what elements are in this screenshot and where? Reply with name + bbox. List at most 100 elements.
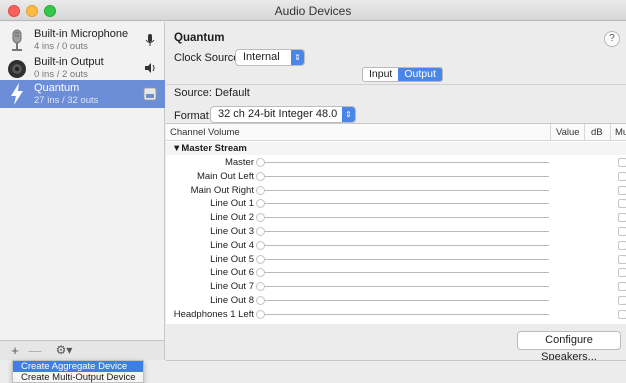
- volume-slider-knob[interactable]: [256, 213, 265, 223]
- configure-speakers-button[interactable]: Configure Speakers...: [517, 331, 621, 363]
- tab-input[interactable]: Input: [363, 68, 398, 81]
- volume-slider-track[interactable]: [265, 217, 549, 219]
- mute-checkbox[interactable]: [618, 254, 626, 264]
- device-item-quantum[interactable]: Quantum 27 ins / 32 outs: [0, 80, 165, 108]
- table-row: Line Out 3: [166, 225, 626, 239]
- format-select[interactable]: 32 ch 24-bit Integer 48.0 kHz ⇕: [210, 106, 356, 135]
- mic-input-icon: [145, 34, 155, 46]
- channel-label: Line Out 6: [210, 267, 254, 279]
- volume-slider-track[interactable]: [265, 300, 549, 301]
- volume-slider-knob[interactable]: [256, 282, 265, 292]
- mute-checkbox[interactable]: [618, 213, 626, 223]
- column-value[interactable]: Value: [556, 127, 580, 138]
- channel-label: Main Out Left: [196, 170, 254, 182]
- device-channels: 4 ins / 0 outs: [34, 41, 88, 52]
- volume-slider-track[interactable]: [265, 313, 549, 315]
- finder-icon: [143, 87, 157, 101]
- volume-slider-track[interactable]: [265, 272, 549, 274]
- volume-slider-knob[interactable]: [256, 158, 265, 167]
- gear-menu-button[interactable]: ⚙▾: [52, 343, 76, 359]
- volume-slider-knob[interactable]: [256, 240, 265, 250]
- volume-slider-knob[interactable]: [256, 296, 265, 305]
- remove-device-button[interactable]: —: [28, 343, 42, 359]
- chevron-updown-icon: ⇕: [342, 107, 355, 122]
- group-label: Master Stream: [181, 143, 247, 154]
- mute-checkbox[interactable]: [618, 199, 626, 209]
- table-row: Line Out 4: [166, 239, 626, 253]
- channel-label: Line Out 1: [210, 198, 254, 210]
- mute-checkbox[interactable]: [618, 296, 626, 305]
- table-row: Line Out 6: [166, 266, 626, 280]
- volume-slider-track[interactable]: [265, 231, 549, 232]
- volume-slider-knob[interactable]: [256, 309, 265, 319]
- table-row: Headphones 1 Left: [166, 308, 626, 322]
- source-value: Default: [214, 87, 250, 99]
- device-list: Built-in Microphone 4 ins / 0 outs Built…: [0, 22, 165, 340]
- input-output-tabs: Input Output: [362, 67, 443, 82]
- channel-label: Line Out 3: [210, 226, 254, 237]
- clock-source-select[interactable]: Internal ⇕: [235, 49, 305, 66]
- mute-checkbox[interactable]: [618, 171, 626, 181]
- device-list-toolbar: + — ⚙▾: [0, 340, 165, 360]
- speaker-icon: [8, 60, 26, 78]
- volume-slider-track[interactable]: [265, 189, 549, 191]
- device-name: Built-in Microphone: [34, 28, 129, 40]
- device-item-built-in-microphone[interactable]: Built-in Microphone 4 ins / 0 outs: [0, 26, 165, 54]
- mute-checkbox[interactable]: [618, 309, 626, 319]
- column-db[interactable]: dB: [591, 127, 603, 138]
- clock-source-value: Internal: [243, 51, 280, 63]
- table-row: Line Out 8: [166, 294, 626, 308]
- column-channel-volume[interactable]: Channel Volume: [170, 127, 240, 138]
- add-device-button[interactable]: +: [8, 343, 22, 359]
- device-name: Quantum: [34, 82, 80, 94]
- device-name: Built-in Output: [34, 56, 104, 68]
- volume-slider-track[interactable]: [265, 244, 549, 246]
- volume-slider-track[interactable]: [265, 162, 549, 163]
- volume-slider-track[interactable]: [265, 286, 549, 288]
- channel-label: Main Out Right: [190, 184, 254, 196]
- disclosure-triangle-icon[interactable]: ▼: [172, 143, 181, 154]
- mute-checkbox[interactable]: [618, 227, 626, 236]
- table-row: Main Out Left: [166, 170, 626, 184]
- mute-checkbox[interactable]: [618, 282, 626, 292]
- mute-checkbox[interactable]: [618, 268, 626, 278]
- title-bar: Audio Devices: [0, 0, 626, 21]
- table-row: Line Out 2: [166, 211, 626, 225]
- device-title: Quantum: [174, 32, 225, 44]
- volume-slider-knob[interactable]: [256, 185, 265, 195]
- group-master-stream[interactable]: ▼Master Stream: [166, 142, 626, 155]
- column-divider: [584, 124, 585, 141]
- channel-label: Line Out 7: [210, 281, 254, 293]
- tab-output[interactable]: Output: [398, 68, 442, 81]
- volume-slider-knob[interactable]: [256, 199, 265, 209]
- column-divider: [610, 124, 611, 141]
- table-row: Master: [166, 156, 626, 170]
- volume-slider-track[interactable]: [265, 203, 549, 205]
- volume-slider-knob[interactable]: [256, 254, 265, 264]
- mute-checkbox[interactable]: [618, 185, 626, 195]
- column-mute[interactable]: Mut: [615, 127, 626, 138]
- volume-slider-track[interactable]: [265, 175, 549, 177]
- clock-source-label: Clock Source:: [174, 52, 243, 64]
- channel-label: Line Out 5: [210, 253, 254, 265]
- channel-label: Headphones 1 Left: [173, 308, 254, 320]
- device-item-built-in-output[interactable]: Built-in Output 0 ins / 2 outs: [0, 54, 165, 82]
- mute-checkbox[interactable]: [618, 158, 626, 167]
- volume-slider-knob[interactable]: [256, 227, 265, 236]
- channel-volume-table: Channel Volume Value dB Mut ▼Master Stre…: [166, 123, 626, 324]
- mute-checkbox[interactable]: [618, 240, 626, 250]
- channel-label: Line Out 4: [210, 239, 254, 251]
- device-channels: 0 ins / 2 outs: [34, 69, 88, 80]
- menu-item-create-multi-output-device[interactable]: Create Multi-Output Device: [13, 372, 143, 383]
- volume-slider-knob[interactable]: [256, 268, 265, 278]
- divider: [166, 84, 626, 85]
- microphone-icon: [12, 29, 22, 51]
- menu-item-create-aggregate-device[interactable]: Create Aggregate Device: [13, 361, 143, 372]
- volume-icon: [145, 63, 155, 73]
- table-row: Main Out Right: [166, 184, 626, 198]
- volume-slider-knob[interactable]: [256, 171, 265, 181]
- table-row: Line Out 1: [166, 197, 626, 211]
- help-button[interactable]: ?: [604, 31, 620, 47]
- table-row: Line Out 7: [166, 280, 626, 294]
- volume-slider-track[interactable]: [265, 258, 549, 260]
